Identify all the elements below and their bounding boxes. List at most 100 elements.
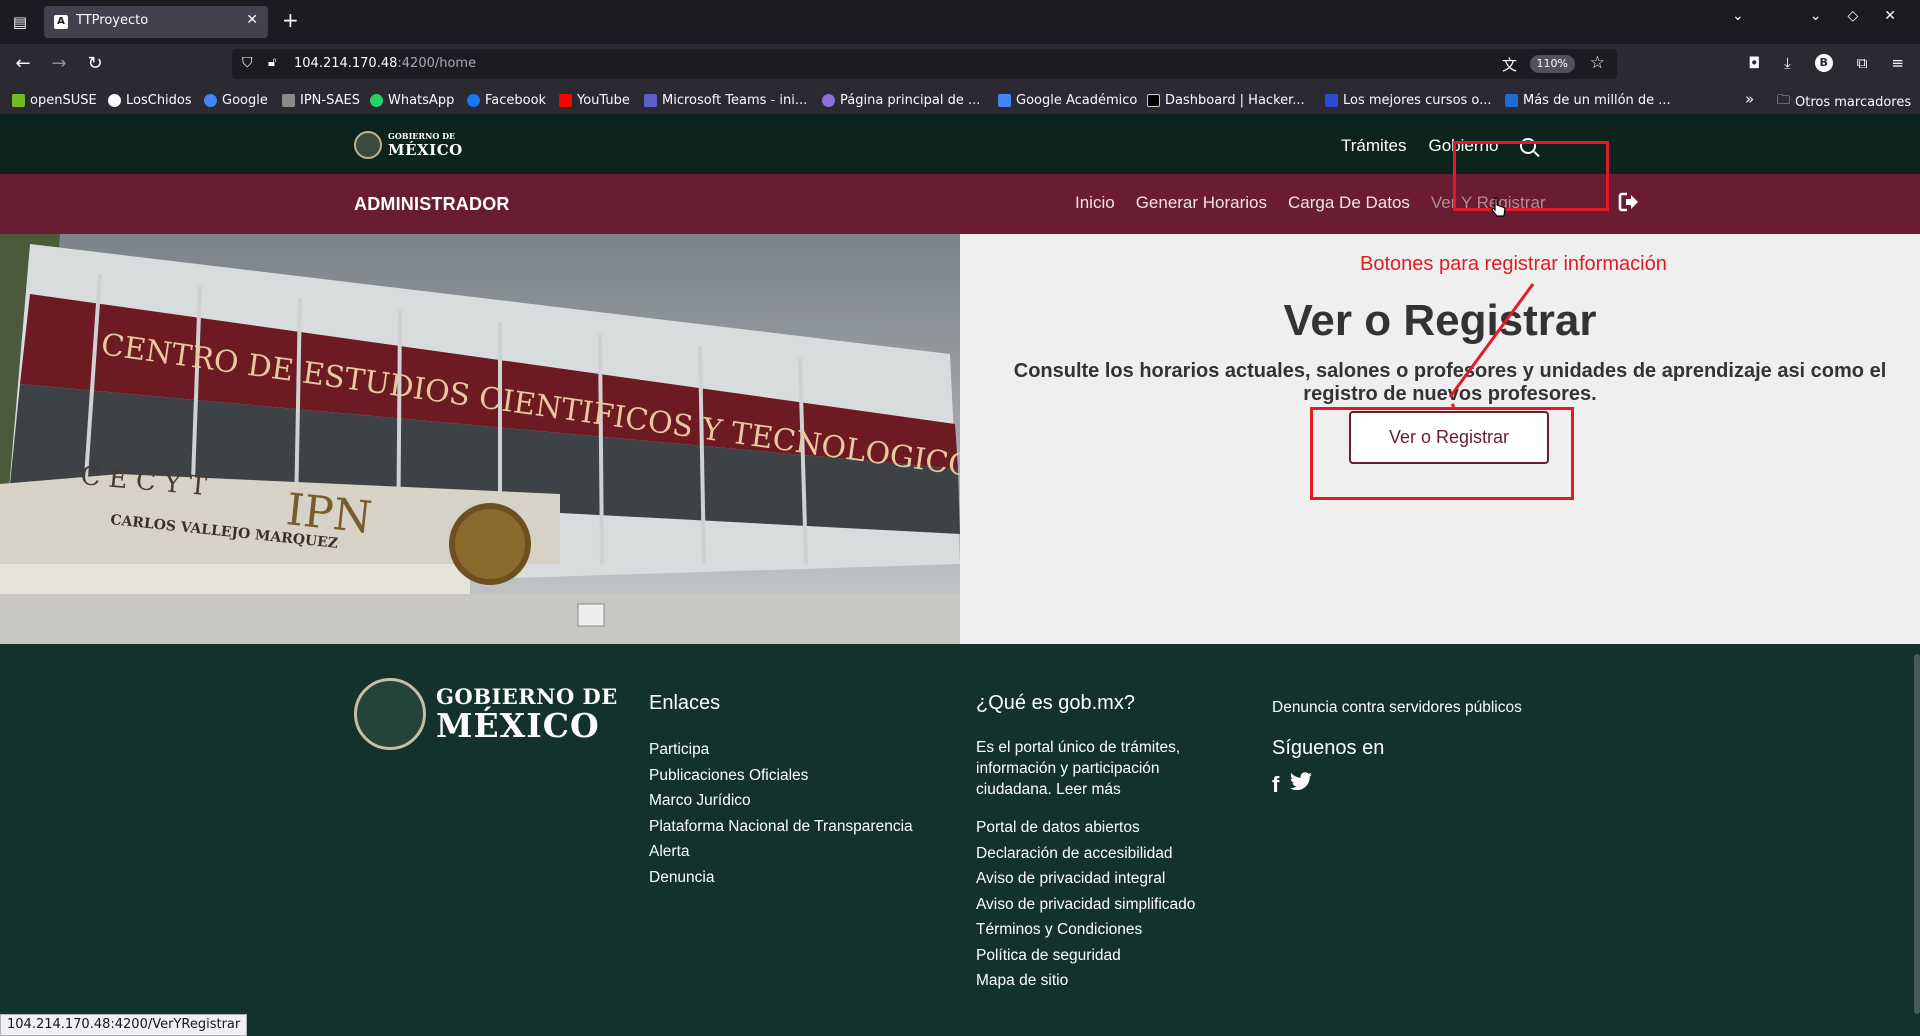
footer-social: Denuncia contra servidores públicos Sígu… [1272,695,1592,798]
hero-heading: Ver o Registrar [1283,296,1597,345]
list-all-tabs-icon[interactable]: ▤ [10,12,30,32]
link-denuncia[interactable]: Denuncia [649,865,929,891]
admin-title: ADMINISTRADOR [354,194,510,214]
facebook-icon [467,93,480,107]
link-participa[interactable]: Participa [649,737,929,763]
logo-small-text: GOBIERNO DE [388,131,456,141]
bookmark-label: IPN-SAES [300,92,360,108]
site-icon [822,93,835,107]
link-privacidad-integral[interactable]: Aviso de privacidad integral [976,866,1226,892]
back-arrow-icon[interactable]: ← [11,52,35,76]
downloads-icon[interactable]: ⤓ [1784,54,1791,72]
maximize-icon[interactable]: ◇ [1847,8,1858,36]
gob-header: GOBIERNO DE MÉXICO Trámites Gobierno [0,114,1920,174]
nav-tramites[interactable]: Trámites [1341,136,1407,156]
courses-icon [1325,93,1338,107]
ipn-saes-icon [282,93,295,107]
bookmark-label: Los mejores cursos o... [1343,92,1492,108]
youtube-icon [559,93,572,107]
bookmark-label: WhatsApp [388,92,455,108]
bookmark-label: Dashboard | Hacker... [1165,92,1305,108]
profile-avatar[interactable]: B [1814,54,1833,72]
link-alerta[interactable]: Alerta [649,839,929,865]
bookmark-cursos[interactable]: Los mejores cursos o... [1325,91,1492,109]
menu-icon[interactable]: ≡ [1891,54,1904,72]
admin-bar: ADMINISTRADOR Inicio Generar Horarios Ca… [0,174,1920,234]
link-plataforma-transparencia[interactable]: Plataforma Nacional de Transparencia [649,814,929,840]
hackerrank-icon [1147,93,1160,107]
link-mapa-sitio[interactable]: Mapa de sitio [976,968,1226,994]
scholar-icon [998,93,1011,107]
address-bar[interactable]: ⛉ 🔓︎ 104.214.170.48:4200/home 文 110% ☆ [232,49,1617,79]
url-text[interactable]: 104.214.170.48:4200/home [294,56,476,71]
bookmark-facebook[interactable]: Facebook [467,91,546,109]
bookmark-opensuse[interactable]: openSUSE [12,91,97,109]
zoom-level-badge[interactable]: 110% [1529,55,1575,73]
bookmark-microsoft-teams[interactable]: Microsoft Teams - ini... [644,91,807,109]
link-publicaciones-oficiales[interactable]: Publicaciones Oficiales [649,763,929,789]
other-bookmarks-folder[interactable]: 🗀 Otros marcadores [1777,91,1911,113]
browser-tab[interactable]: A TTProyecto ✕ [44,6,268,38]
facebook-icon[interactable]: f [1272,772,1279,798]
bookmark-star-icon[interactable]: ☆ [1590,53,1605,73]
gob-mexico-logo[interactable]: GOBIERNO DE MÉXICO [354,131,463,159]
bookmark-label: Google [222,92,268,108]
twitter-icon[interactable] [1289,771,1313,792]
reload-icon[interactable]: ↻ [83,52,107,76]
minimize-icon[interactable]: ⌄ [1810,8,1822,36]
github-icon [108,93,121,107]
url-path: :4200/home [397,56,477,71]
browser-window: ▤ A TTProyecto ✕ + ⌄ ⌄ ◇ ✕ ← → ↻ ⛉ 🔓︎ 10… [0,0,1920,1036]
bookmark-ipn-saes[interactable]: IPN-SAES [282,91,360,109]
que-es-text: Es el portal único de trámites, informac… [976,739,1181,798]
close-tab-icon[interactable]: ✕ [246,12,258,28]
page-scrollbar[interactable] [1914,654,1920,1014]
bookmark-hacker-dashboard[interactable]: Dashboard | Hacker... [1147,91,1305,109]
link-seguridad[interactable]: Política de seguridad [976,943,1226,969]
tracking-shield-icon[interactable]: ⛉ [242,55,253,71]
footer-gob-mexico-logo[interactable]: GOBIERNO DE MÉXICO [354,678,618,750]
bookmark-label: LosChidos [126,92,192,108]
bookmark-whatsapp[interactable]: WhatsApp [370,91,454,109]
bookmark-google[interactable]: Google [204,91,268,109]
bookmark-label: Más de un millón de ... [1523,92,1671,108]
bookmark-pagina-principal[interactable]: Página principal de ... [822,91,980,109]
link-privacidad-simplificado[interactable]: Aviso de privacidad simplificado [976,892,1226,918]
social-icons: f [1272,772,1592,798]
tab-title: TTProyecto [76,13,149,28]
more-bookmarks-chevron-icon[interactable]: » [1745,90,1754,108]
bookmark-millon[interactable]: Más de un millón de ... [1505,91,1671,109]
logo-big-text: MÉXICO [388,141,463,159]
logout-icon[interactable] [1618,191,1640,213]
forward-arrow-icon[interactable]: → [47,52,71,76]
footer-que-es: ¿Qué es gob.mx? Es el portal único de tr… [976,692,1226,994]
link-accesibilidad[interactable]: Declaración de accesibilidad [976,841,1226,867]
extensions-icon[interactable]: ⧉ [1857,54,1868,72]
link-terminos[interactable]: Términos y Condiciones [976,917,1226,943]
nav-carga-de-datos[interactable]: Carga De Datos [1288,193,1410,213]
footer-enlaces: Enlaces Participa Publicaciones Oficiale… [649,692,929,890]
bookmark-loschidos[interactable]: LosChidos [108,91,192,109]
translate-icon[interactable]: 文 [1502,54,1517,75]
link-denuncia-servidores[interactable]: Denuncia contra servidores públicos [1272,695,1592,721]
tab-overflow-chevron-icon[interactable]: ⌄ [1732,8,1744,36]
new-tab-icon[interactable]: + [282,8,299,32]
nav-inicio[interactable]: Inicio [1075,193,1115,213]
link-marco-juridico[interactable]: Marco Jurídico [649,788,929,814]
annotation-label: Botones para registrar información [1360,253,1667,275]
web-page: GOBIERNO DE MÉXICO Trámites Gobierno ADM… [0,114,1920,1036]
pocket-icon[interactable]: ◘ [1748,54,1760,72]
bookmark-youtube[interactable]: YouTube [559,91,630,109]
footer-logo-line1: GOBIERNO DE [436,684,618,709]
tab-bar: ▤ A TTProyecto ✕ + ⌄ ⌄ ◇ ✕ [0,0,1920,44]
close-window-icon[interactable]: ✕ [1884,8,1896,36]
bookmark-google-academico[interactable]: Google Académico [998,91,1137,109]
bookmark-label: Microsoft Teams - ini... [662,92,808,108]
bookmark-label: Página principal de ... [840,92,981,108]
nav-generar-horarios[interactable]: Generar Horarios [1136,193,1267,213]
google-icon [204,93,217,107]
annotation-box-nav [1453,141,1609,211]
link-datos-abiertos[interactable]: Portal de datos abiertos [976,815,1226,841]
connection-lock-icon[interactable]: 🔓︎ [268,55,276,70]
mouse-cursor-icon [1491,197,1506,217]
